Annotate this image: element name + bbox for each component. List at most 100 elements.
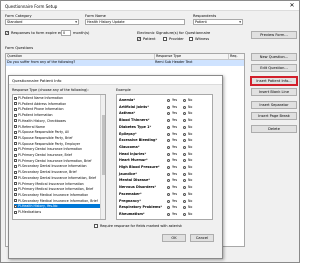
yes-radio[interactable] — [167, 99, 170, 102]
insert-page-break-button[interactable]: Insert Page Break — [251, 112, 297, 120]
list-item-checkbox[interactable] — [14, 102, 17, 106]
no-radio[interactable] — [183, 105, 186, 109]
insert-blank-line-button[interactable]: Insert Blank Line — [251, 88, 297, 96]
no-radio[interactable] — [183, 172, 186, 176]
new-question-button[interactable]: New Question... — [251, 53, 297, 61]
yes-radio[interactable] — [167, 132, 170, 136]
require-response-checkbox[interactable] — [94, 224, 98, 228]
no-radio[interactable] — [183, 199, 186, 203]
table-row[interactable]: Do you suffer from any of the following?… — [6, 60, 244, 66]
no-radio[interactable] — [183, 119, 186, 123]
no-radio[interactable] — [183, 99, 186, 102]
yes-radio[interactable] — [167, 159, 170, 163]
list-item[interactable]: PI-Secondary Medical Insurance Informati… — [14, 193, 100, 197]
list-item[interactable]: PI-Patient Phone Information — [14, 107, 100, 111]
scrollbar-thumb[interactable] — [102, 115, 105, 175]
no-radio[interactable] — [183, 132, 186, 136]
list-item[interactable]: PI-Secondary Dental Insurance, Brief — [14, 170, 100, 174]
list-item-checkbox[interactable] — [14, 142, 17, 146]
yes-radio[interactable] — [167, 206, 170, 210]
list-item[interactable]: PI-Health History, Checkboxes — [14, 119, 100, 123]
no-radio[interactable] — [183, 145, 186, 149]
yes-radio[interactable] — [167, 125, 170, 129]
list-item[interactable]: PI-Primary Dental Insurance Information — [14, 147, 100, 151]
yes-radio[interactable] — [167, 199, 170, 203]
no-radio[interactable] — [183, 112, 186, 116]
list-item[interactable]: PI-Patient Name Information — [14, 96, 100, 100]
edit-question-button[interactable]: Edit Question... — [251, 64, 297, 72]
list-item-checkbox[interactable] — [14, 199, 17, 203]
yes-radio[interactable] — [167, 112, 170, 116]
list-item[interactable]: PI-Spouse Responsible Party, All — [14, 130, 100, 134]
list-item[interactable]: PI-Secondary Dental Insurance Informatio… — [14, 176, 100, 180]
yes-radio[interactable] — [167, 139, 170, 143]
yes-radio[interactable] — [167, 166, 170, 169]
list-item[interactable]: PI-Primary Dental Insurance, Brief — [14, 153, 100, 157]
no-radio[interactable] — [183, 186, 186, 190]
no-radio[interactable] — [183, 152, 186, 156]
no-radio[interactable] — [183, 125, 186, 129]
list-item-checkbox[interactable] — [14, 204, 17, 208]
esig-patient-checkbox[interactable] — [137, 37, 141, 41]
list-item-checkbox[interactable] — [14, 119, 17, 123]
no-radio[interactable] — [183, 212, 186, 216]
yes-radio[interactable] — [167, 105, 170, 109]
yes-radio[interactable] — [167, 186, 170, 190]
no-radio[interactable] — [183, 192, 186, 196]
form-category-select[interactable]: Standard — [5, 19, 79, 25]
response-type-list[interactable]: PI-Patient Name Information PI-Patient Ad… — [12, 94, 106, 220]
list-item[interactable]: PI-Medications — [14, 210, 100, 214]
no-radio[interactable] — [183, 166, 186, 169]
yes-radio[interactable] — [167, 145, 170, 149]
list-item[interactable]: PI-Secondary Dental Insurance Informatio… — [14, 164, 100, 168]
list-item-checkbox[interactable] — [14, 130, 17, 134]
preview-form-button[interactable]: Preview Form... — [251, 31, 297, 39]
no-radio[interactable] — [183, 139, 186, 143]
insert-separator-button[interactable]: Insert Separator — [251, 101, 297, 109]
close-icon[interactable]: ✕ — [287, 1, 297, 10]
list-item-checkbox[interactable] — [14, 170, 17, 174]
list-item-checkbox[interactable] — [14, 125, 17, 128]
list-item-checkbox[interactable] — [14, 113, 17, 117]
yes-radio[interactable] — [167, 172, 170, 176]
yes-radio[interactable] — [167, 192, 170, 196]
form-name-input[interactable]: Health History Update — [85, 19, 185, 25]
list-item-checkbox[interactable] — [14, 107, 17, 111]
esig-provider-checkbox[interactable] — [163, 37, 167, 41]
list-item[interactable]: PI-Primary Medical Insurance Information… — [14, 187, 100, 191]
list-item-checkbox[interactable] — [14, 136, 17, 140]
list-item[interactable]: PI-Patient Information — [14, 113, 100, 117]
insert-patient-info-button[interactable]: Insert Patient Info... — [250, 76, 298, 86]
list-item[interactable]: PI-Primary Medical Insurance Information — [14, 182, 100, 186]
no-radio[interactable] — [183, 179, 186, 183]
no-radio[interactable] — [183, 159, 186, 163]
list-item[interactable]: PI-Referral Name — [14, 125, 100, 129]
list-item-checkbox[interactable] — [14, 210, 17, 214]
list-item[interactable]: PI-Primary Dental Insurance Information,… — [14, 159, 100, 163]
cancel-button[interactable]: Cancel — [190, 234, 214, 242]
yes-radio[interactable] — [167, 179, 170, 183]
list-item-checkbox[interactable] — [14, 193, 17, 197]
list-item-checkbox[interactable] — [14, 182, 17, 185]
yes-radio[interactable] — [167, 212, 170, 216]
list-scrollbar[interactable] — [100, 95, 105, 219]
list-item-checkbox[interactable] — [14, 96, 17, 100]
list-item-checkbox[interactable] — [14, 187, 17, 191]
expire-checkbox[interactable] — [5, 31, 9, 35]
yes-radio[interactable] — [167, 119, 170, 123]
yes-radio[interactable] — [167, 152, 170, 156]
list-item[interactable]: PI-Secondary Medical Insurance Informati… — [14, 199, 100, 203]
list-item[interactable]: PI-Health History, Yes-No — [14, 204, 100, 209]
ok-button[interactable]: OK — [162, 234, 186, 242]
list-item-checkbox[interactable] — [14, 153, 17, 157]
respondents-select[interactable]: Patient — [193, 19, 243, 25]
list-item-checkbox[interactable] — [14, 147, 17, 151]
expire-months-input[interactable]: 0 — [61, 30, 71, 36]
list-item[interactable]: PI-Spouse Responsible Party, Brief — [14, 136, 100, 140]
no-radio[interactable] — [183, 206, 186, 210]
list-item[interactable]: PI-Patient Address Information — [14, 102, 100, 106]
list-item[interactable]: PI-Spouse Responsible Party, Employer — [14, 142, 100, 146]
esig-witness-checkbox[interactable] — [189, 37, 193, 41]
list-item-checkbox[interactable] — [14, 176, 17, 180]
delete-button[interactable]: Delete — [251, 125, 297, 133]
